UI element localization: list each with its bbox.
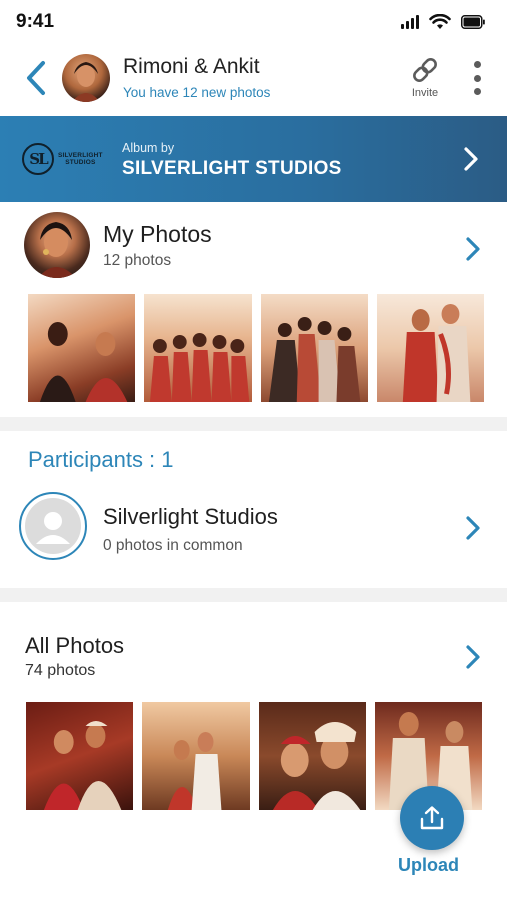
album-header: Rimoni & Ankit You have 12 new photos In… (0, 44, 507, 116)
album-avatar (62, 54, 110, 102)
status-time: 9:41 (16, 11, 55, 32)
participant-item[interactable]: Silverlight Studios 0 photos in common (0, 490, 507, 562)
photo-thumbnail[interactable] (144, 294, 252, 402)
logo-text-line2: STUDIOS (65, 159, 96, 166)
chevron-right-icon (466, 516, 480, 540)
my-photos-title: My Photos (103, 221, 212, 247)
upload-button[interactable] (400, 786, 464, 850)
section-divider (0, 417, 507, 431)
photo-thumbnail[interactable] (26, 702, 134, 810)
my-photos-count: 12 photos (103, 252, 172, 269)
photo-thumbnail[interactable] (260, 294, 368, 402)
section-divider (0, 588, 507, 602)
wifi-icon (429, 14, 451, 29)
album-studio-name: SILVERLIGHT STUDIOS (122, 158, 342, 179)
studio-logo-text: SILVERLIGHT STUDIOS (58, 152, 103, 166)
photo-thumbnail[interactable] (258, 702, 366, 810)
invite-label: Invite (411, 87, 439, 99)
album-title: Rimoni & Ankit (123, 55, 260, 78)
all-photos-count: 74 photos (25, 662, 96, 679)
logo-text-line1: SILVERLIGHT (58, 152, 103, 159)
status-bar: 9:41 (0, 0, 507, 44)
chevron-left-icon (27, 61, 45, 95)
chevron-right-icon (466, 645, 480, 669)
album-by-banner[interactable]: SL SILVERLIGHT STUDIOS Album by SILVERLI… (0, 116, 507, 202)
status-icons (401, 14, 485, 30)
participants-heading: Participants : 1 (28, 447, 174, 472)
all-photos-title: All Photos (25, 633, 125, 658)
back-button[interactable] (20, 58, 52, 98)
my-photos-row[interactable]: My Photos 12 photos (0, 210, 507, 282)
chevron-right-icon (464, 147, 478, 171)
dot (473, 61, 481, 68)
album-by-label: Album by (122, 141, 175, 155)
cellular-signal-icon (401, 15, 419, 29)
link-icon (413, 58, 437, 82)
more-options-button[interactable] (466, 58, 488, 98)
upload-label[interactable]: Upload (398, 855, 459, 876)
photo-thumbnail[interactable] (28, 294, 136, 402)
chevron-right-icon (466, 237, 480, 261)
upload-icon (420, 806, 444, 830)
user-placeholder-icon (36, 512, 70, 544)
participant-avatar (19, 492, 87, 560)
participant-common-count: 0 photos in common (103, 537, 243, 554)
all-photos-row[interactable]: All Photos 74 photos (0, 627, 507, 687)
studio-logo: SL SILVERLIGHT STUDIOS (22, 143, 103, 175)
photo-thumbnail[interactable] (376, 294, 484, 402)
invite-button[interactable]: Invite (404, 56, 446, 104)
dot (473, 74, 481, 82)
battery-icon (461, 15, 485, 29)
new-photos-link[interactable]: You have 12 new photos (123, 85, 270, 100)
studio-logo-mark: SL (22, 143, 54, 175)
participant-name: Silverlight Studios (103, 504, 278, 529)
my-photos-thumbnails (28, 294, 484, 402)
photo-thumbnail[interactable] (142, 702, 250, 810)
dot (473, 88, 481, 95)
my-photos-avatar (24, 212, 90, 278)
